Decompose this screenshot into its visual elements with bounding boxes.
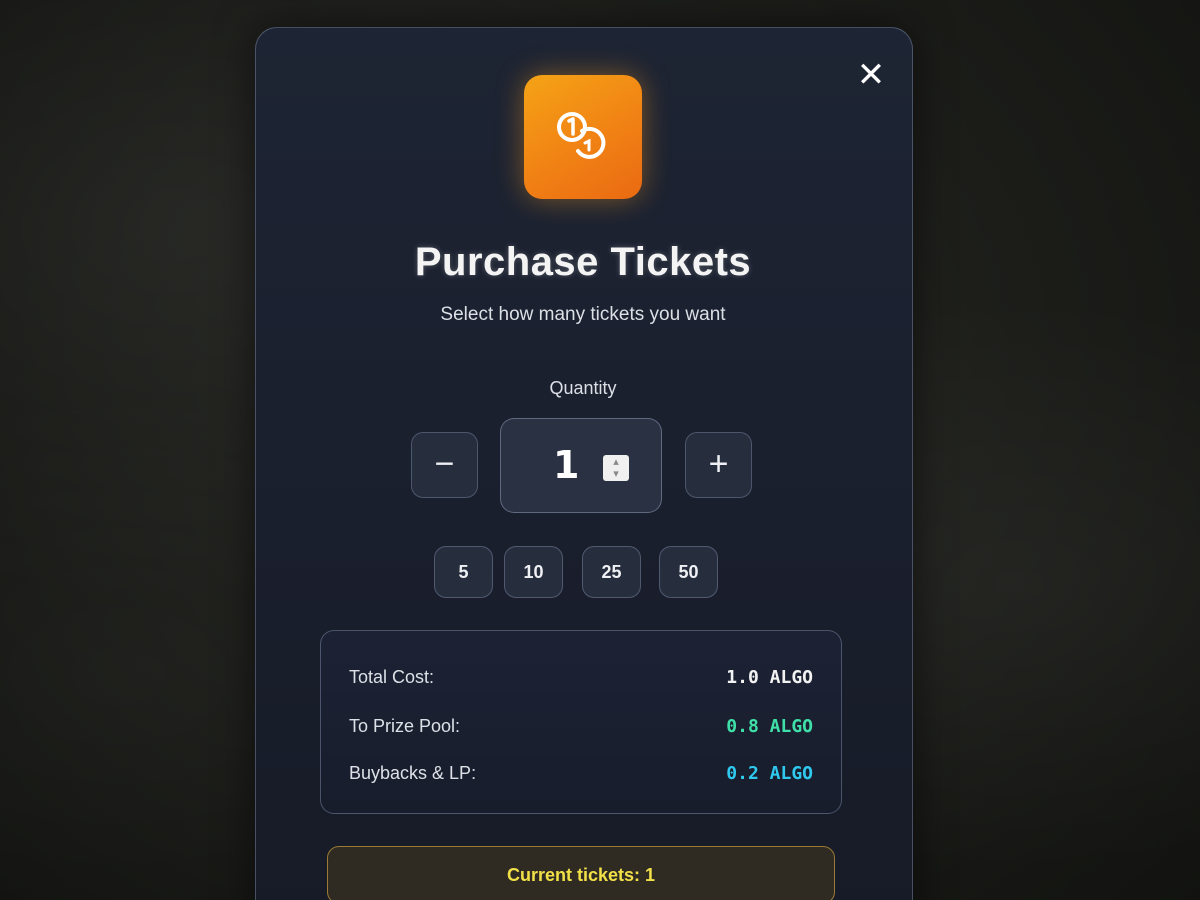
- prize-pool-row: To Prize Pool: 0.8 ALGO: [349, 716, 813, 742]
- spinner-icon[interactable]: ▴ ▾: [603, 455, 629, 481]
- modal-title: Purchase Tickets: [414, 240, 752, 284]
- decrement-button[interactable]: −: [411, 432, 478, 498]
- quantity-label: Quantity: [549, 378, 617, 398]
- quantity-input[interactable]: 1 ▴ ▾: [500, 418, 662, 513]
- close-icon: ✕: [856, 56, 886, 94]
- total-cost-value: 1.0 ALGO: [726, 667, 813, 688]
- buybacks-row: Buybacks & LP: 0.2 ALGO: [349, 763, 813, 789]
- current-tickets-banner: Current tickets: 1: [327, 846, 835, 900]
- increment-button[interactable]: +: [685, 432, 752, 498]
- purchase-tickets-modal: ✕ Purchase Tickets Select how many ticke…: [255, 27, 913, 900]
- preset-25-button[interactable]: 25: [582, 546, 641, 598]
- preset-5-button[interactable]: 5: [434, 546, 493, 598]
- preset-10-button[interactable]: 10: [504, 546, 563, 598]
- prize-pool-value: 0.8 ALGO: [726, 716, 813, 737]
- preset-50-button[interactable]: 50: [659, 546, 718, 598]
- prize-pool-label: To Prize Pool:: [349, 716, 461, 736]
- cost-summary-panel: Total Cost: 1.0 ALGO To Prize Pool: 0.8 …: [320, 630, 842, 814]
- coins-icon: [524, 75, 642, 199]
- quantity-value: 1: [553, 443, 580, 487]
- buybacks-label: Buybacks & LP:: [349, 763, 477, 783]
- buybacks-value: 0.2 ALGO: [726, 763, 813, 784]
- modal-subtitle: Select how many tickets you want: [440, 304, 726, 325]
- total-cost-label: Total Cost:: [349, 667, 435, 687]
- total-cost-row: Total Cost: 1.0 ALGO: [349, 667, 813, 693]
- close-button[interactable]: ✕: [854, 58, 888, 92]
